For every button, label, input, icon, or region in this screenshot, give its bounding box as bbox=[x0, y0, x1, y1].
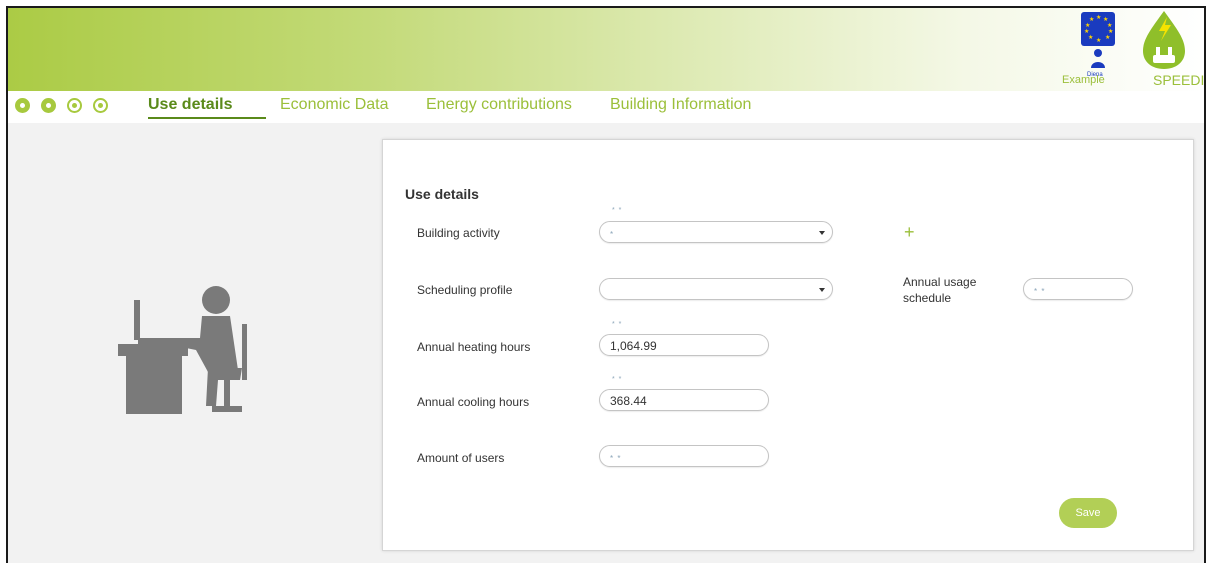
section-title: Use details bbox=[405, 186, 479, 202]
tab-economic-data[interactable]: Economic Data bbox=[280, 96, 389, 114]
required-marker: * * bbox=[612, 376, 623, 383]
annual-heating-hours-input[interactable]: 1,064.99 bbox=[599, 334, 769, 356]
eu-flag-icon: ★ ★ ★ ★ ★ ★ ★ ★ ★ ★ bbox=[1081, 12, 1115, 46]
amount-of-users-label: Amount of users bbox=[417, 451, 505, 465]
save-button[interactable]: Save bbox=[1059, 498, 1117, 528]
brand-name: SPEEDIER bbox=[1153, 72, 1205, 88]
annual-usage-schedule-label: Annual usage schedule bbox=[903, 275, 977, 305]
amount-of-users-input[interactable]: * * bbox=[599, 445, 769, 467]
chevron-down-icon bbox=[819, 231, 825, 235]
scheduling-profile-select[interactable] bbox=[599, 278, 833, 300]
use-details-card: Use details * * Building activity * + Sc… bbox=[382, 139, 1194, 551]
header-logos: ★★ ★★ ★★ ★★ ★★ Example Diena SPEEDIER bbox=[1024, 8, 1204, 91]
tab-use-details[interactable]: Use details bbox=[148, 96, 232, 114]
building-activity-label: Building activity bbox=[417, 226, 500, 240]
annual-usage-schedule-input[interactable]: * * bbox=[1023, 278, 1133, 300]
lightbulb-icon[interactable] bbox=[67, 98, 82, 113]
tab-building-information[interactable]: Building Information bbox=[610, 96, 751, 114]
diena-person-icon bbox=[1091, 49, 1105, 68]
home-icon[interactable] bbox=[15, 98, 30, 113]
chevron-down-icon bbox=[819, 288, 825, 292]
star-icon[interactable] bbox=[93, 98, 108, 113]
required-marker: * * bbox=[612, 321, 623, 328]
header-banner: ★★ ★★ ★★ ★★ ★★ Example Diena SPEEDIER bbox=[8, 8, 1204, 91]
apple-icon[interactable] bbox=[41, 98, 56, 113]
app-window: ★★ ★★ ★★ ★★ ★★ Example Diena SPEEDIER bbox=[6, 6, 1206, 563]
required-marker: * * bbox=[612, 207, 623, 214]
tab-energy-contributions[interactable]: Energy contributions bbox=[426, 96, 572, 114]
diena-label: Diena bbox=[1087, 72, 1103, 78]
scheduling-profile-label: Scheduling profile bbox=[417, 283, 513, 297]
annual-cooling-hours-label: Annual cooling hours bbox=[417, 395, 530, 409]
active-tab-underline bbox=[148, 117, 266, 119]
annual-heating-hours-label: Annual heating hours bbox=[417, 340, 531, 354]
speedier-logo-icon bbox=[1143, 11, 1185, 69]
building-activity-select[interactable]: * bbox=[599, 221, 833, 243]
annual-cooling-hours-input[interactable]: 368.44 bbox=[599, 389, 769, 411]
add-activity-button[interactable]: + bbox=[904, 222, 915, 243]
user-at-desk-illustration bbox=[118, 286, 247, 414]
top-nav: Use details Economic Data Energy contrib… bbox=[8, 91, 1204, 123]
